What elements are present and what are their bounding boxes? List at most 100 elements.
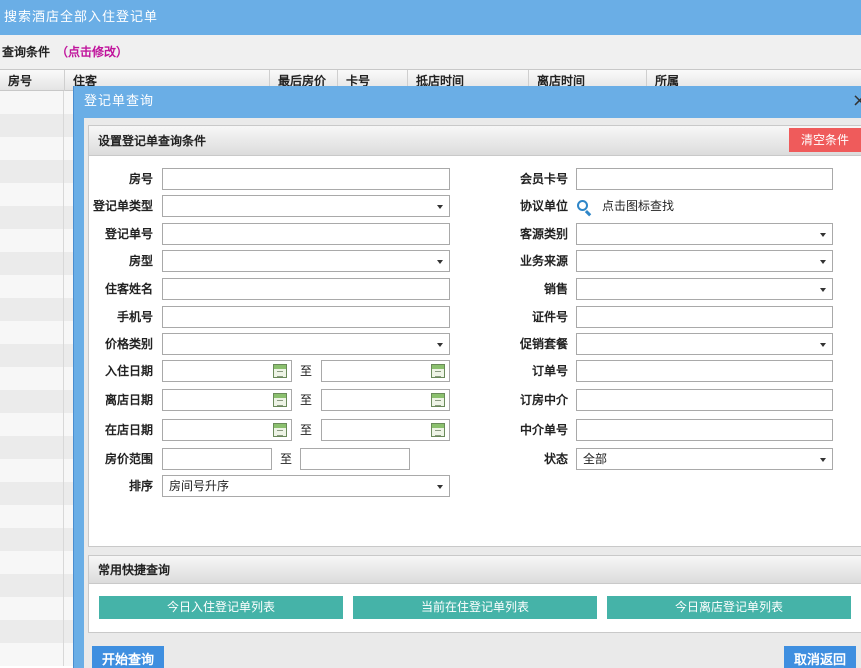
guest-name-label: 住客姓名 [104, 282, 153, 296]
chevron-down-icon [437, 260, 443, 264]
business-source-field: 业务来源 [504, 250, 844, 273]
column-header-room[interactable]: 房号 [0, 70, 64, 92]
checkout-date-label: 离店日期 [104, 393, 153, 407]
window-title: 搜索酒店全部入住登记单 [0, 0, 861, 35]
agent-order-no-field: 中介单号 [504, 419, 844, 442]
chevron-down-icon [820, 260, 826, 264]
room-no-label: 房号 [128, 172, 153, 186]
query-label: 查询条件 [2, 45, 51, 59]
sort-select[interactable]: 房间号升序 [162, 475, 450, 497]
conditions-panel: 设置登记单查询条件 清空条件 房号 登记单类型 登记单号 房型 住客姓名 手机号… [88, 125, 861, 547]
chevron-down-icon [820, 458, 826, 462]
booking-agent-label: 订房中介 [519, 393, 568, 407]
checkout-date-field: 离店日期 至 [89, 389, 489, 412]
reg-type-label: 登记单类型 [92, 199, 153, 213]
room-no-input[interactable] [162, 168, 450, 190]
order-no-label: 订单号 [531, 364, 568, 378]
reg-type-select[interactable] [162, 195, 450, 217]
instay-date-from[interactable] [162, 419, 292, 441]
sales-field: 销售 [504, 278, 844, 301]
query-conditions-bar: 查询条件 （点击修改） [0, 35, 861, 69]
source-type-label: 客源类别 [519, 227, 568, 241]
member-card-field: 会员卡号 [504, 168, 844, 191]
status-value: 全部 [583, 452, 608, 466]
range-to-label: 至 [300, 423, 313, 437]
search-icon[interactable] [576, 199, 594, 217]
price-type-select[interactable] [162, 333, 450, 355]
id-no-input[interactable] [576, 306, 833, 328]
reg-no-input[interactable] [162, 223, 450, 245]
reg-type-field: 登记单类型 [89, 195, 489, 218]
mobile-input[interactable] [162, 306, 450, 328]
booking-agent-field: 订房中介 [504, 389, 844, 412]
today-checkout-list-button[interactable]: 今日离店登记单列表 [607, 596, 851, 619]
sort-label: 排序 [128, 479, 153, 493]
order-no-field: 订单号 [504, 360, 844, 383]
chevron-down-icon [820, 288, 826, 292]
member-card-label: 会员卡号 [519, 172, 568, 186]
range-to-label: 至 [280, 452, 293, 466]
promo-package-select[interactable] [576, 333, 833, 355]
price-range-label: 房价范围 [104, 452, 153, 466]
calendar-icon[interactable] [431, 393, 445, 407]
sort-value: 房间号升序 [169, 479, 230, 493]
range-to-label: 至 [300, 393, 313, 407]
cancel-return-button[interactable]: 取消返回 [784, 646, 856, 668]
registration-query-dialog: 登记单查询 × 设置登记单查询条件 清空条件 房号 登记单类型 登记单号 房型 [73, 86, 861, 668]
current-instay-list-button[interactable]: 当前在住登记单列表 [353, 596, 597, 619]
dialog-title[interactable]: 登记单查询 [74, 86, 861, 118]
instay-date-field: 在店日期 至 [89, 419, 489, 442]
promo-package-field: 促销套餐 [504, 333, 844, 356]
mobile-label: 手机号 [116, 310, 153, 324]
sales-label: 销售 [543, 282, 568, 296]
dialog-body: 设置登记单查询条件 清空条件 房号 登记单类型 登记单号 房型 住客姓名 手机号… [84, 118, 861, 668]
member-card-input[interactable] [576, 168, 833, 190]
agreement-unit-lookup: 点击图标查找 [576, 195, 776, 218]
query-edit-link[interactable]: （点击修改） [56, 45, 128, 59]
price-type-field: 价格类别 [89, 333, 489, 356]
reg-no-field: 登记单号 [89, 223, 489, 246]
checkout-date-from[interactable] [162, 389, 292, 411]
checkin-date-label: 入住日期 [104, 364, 153, 378]
source-type-select[interactable] [576, 223, 833, 245]
price-range-min[interactable] [162, 448, 272, 470]
start-query-button[interactable]: 开始查询 [92, 646, 164, 668]
chevron-down-icon [437, 343, 443, 347]
quick-query-panel: 常用快捷查询 今日入住登记单列表 当前在住登记单列表 今日离店登记单列表 [88, 555, 861, 633]
calendar-icon[interactable] [273, 393, 287, 407]
calendar-icon[interactable] [273, 423, 287, 437]
checkout-date-to[interactable] [321, 389, 450, 411]
guest-name-input[interactable] [162, 278, 450, 300]
id-no-field: 证件号 [504, 306, 844, 329]
instay-date-to[interactable] [321, 419, 450, 441]
status-field: 状态 全部 [504, 448, 844, 471]
today-checkin-list-button[interactable]: 今日入住登记单列表 [99, 596, 343, 619]
clear-conditions-button[interactable]: 清空条件 [789, 128, 861, 152]
promo-package-label: 促销套餐 [519, 337, 568, 351]
reg-no-label: 登记单号 [104, 227, 153, 241]
status-select[interactable]: 全部 [576, 448, 833, 470]
room-type-select[interactable] [162, 250, 450, 272]
room-no-field: 房号 [89, 168, 489, 191]
business-source-select[interactable] [576, 250, 833, 272]
agent-order-no-label: 中介单号 [519, 423, 568, 437]
checkin-date-from[interactable] [162, 360, 292, 382]
conditions-header: 设置登记单查询条件 [89, 126, 861, 156]
calendar-icon[interactable] [273, 364, 287, 378]
id-no-label: 证件号 [531, 310, 568, 324]
price-range-max[interactable] [300, 448, 410, 470]
source-type-field: 客源类别 [504, 223, 844, 246]
order-no-input[interactable] [576, 360, 833, 382]
agent-order-no-input[interactable] [576, 419, 833, 441]
calendar-icon[interactable] [431, 423, 445, 437]
calendar-icon[interactable] [431, 364, 445, 378]
room-type-field: 房型 [89, 250, 489, 273]
close-icon[interactable]: × [852, 92, 861, 110]
sales-select[interactable] [576, 278, 833, 300]
chevron-down-icon [437, 485, 443, 489]
status-label: 状态 [543, 452, 568, 466]
booking-agent-input[interactable] [576, 389, 833, 411]
checkin-date-to[interactable] [321, 360, 450, 382]
agreement-unit-hint[interactable]: 点击图标查找 [602, 195, 674, 218]
quick-query-header: 常用快捷查询 [89, 556, 861, 584]
